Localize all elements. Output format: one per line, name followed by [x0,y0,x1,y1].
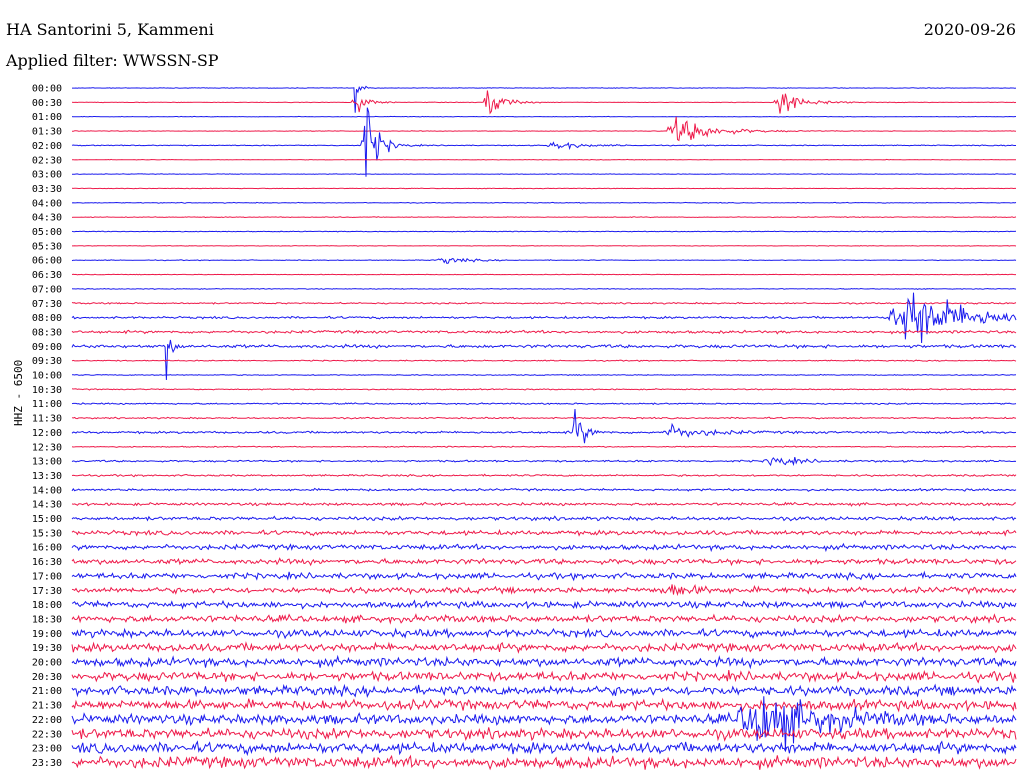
row-time-label: 12:30 [32,442,62,453]
row-time-label: 09:00 [32,342,62,353]
row-time-label: 20:30 [32,672,62,683]
trace-row-2030 [71,669,1017,684]
row-time-label: 16:30 [32,557,62,568]
trace-row-0430 [71,216,1017,219]
row-time-label: 14:00 [32,485,62,496]
row-time-label: 00:00 [32,84,62,95]
row-time-label: 12:00 [32,428,62,439]
trace-row-0400 [71,201,1017,204]
row-time-label: 22:00 [32,715,62,726]
row-time-label: 10:30 [32,385,62,396]
trace-row-1430 [71,501,1017,507]
row-time-label: 04:00 [32,198,62,209]
trace-row-0000 [72,85,1017,113]
row-time-label: 18:00 [32,600,62,611]
row-time-label: 17:30 [32,586,62,597]
row-time-label: 09:30 [32,356,62,367]
trace-row-2300 [71,740,1017,757]
row-time-label: 01:30 [32,127,62,138]
row-time-label: 19:00 [32,629,62,640]
trace-row-1300 [71,456,1017,467]
trace-row-0930 [71,359,1017,362]
row-time-label: 01:00 [32,112,62,123]
trace-row-0300 [72,173,1017,175]
row-time-label: 22:30 [32,729,62,740]
trace-row-1230 [71,445,1017,449]
trace-row-1500 [71,515,1017,522]
row-time-label: 05:00 [32,227,62,238]
trace-row-1800 [71,599,1017,610]
row-time-label: 03:00 [32,170,62,181]
row-time-label: 03:30 [32,184,62,195]
trace-row-1700 [71,570,1017,582]
trace-row-1130 [71,416,1017,420]
trace-row-0500 [71,230,1017,233]
trace-row-0100 [71,115,1017,118]
seismogram-plot: 00:00 00:30 01:00 01:30 02:00 02:30 03:00 03:30… [32,84,1017,771]
trace-row-1930 [71,641,1017,654]
row-time-label: 08:30 [32,327,62,338]
row-time-label: 21:00 [32,686,62,697]
row-time-label: 18:30 [32,614,62,625]
row-time-label: 17:00 [32,571,62,582]
row-time-label: 13:30 [32,471,62,482]
row-time-label: 23:00 [32,744,62,755]
trace-row-0600 [71,257,1017,264]
row-time-label: 02:30 [32,155,62,166]
row-time-label: 07:30 [32,299,62,310]
trace-row-0700 [71,287,1017,290]
trace-row-2100 [71,683,1017,699]
row-time-label: 19:30 [32,643,62,654]
trace-row-1400 [71,487,1017,492]
row-time-label: 13:00 [32,457,62,468]
trace-row-1200 [71,408,1017,444]
row-time-label: 02:00 [32,141,62,152]
row-time-label: 06:00 [32,256,62,267]
row-time-label: 06:30 [32,270,62,281]
trace-row-1100 [71,402,1017,406]
trace-row-1730 [71,583,1017,597]
row-time-label: 16:00 [32,543,62,554]
row-time-label: 11:00 [32,399,62,410]
trace-row-2130 [71,697,1017,713]
trace-row-0030 [71,90,1017,115]
trace-row-1330 [71,473,1017,478]
trace-row-1630 [71,557,1017,567]
trace-row-0200 [71,107,1016,177]
trace-row-1530 [71,528,1017,537]
row-time-label: 20:00 [32,658,62,669]
trace-row-1900 [71,627,1017,640]
trace-row-0230 [71,158,1016,161]
row-time-label: 15:00 [32,514,62,525]
row-time-label: 10:00 [32,371,62,382]
trace-row-2330 [71,754,1017,771]
trace-row-0330 [71,187,1016,190]
row-time-label: 05:30 [32,241,62,252]
row-time-label: 21:30 [32,701,62,712]
trace-row-2230 [71,726,1017,742]
trace-row-1000 [71,373,1017,377]
row-time-label: 14:30 [32,500,62,511]
trace-row-0830 [71,329,1017,335]
row-time-label: 11:30 [32,414,62,425]
row-time-label: 04:30 [32,213,62,224]
trace-row-0630 [71,273,1016,276]
trace-row-0730 [71,301,1017,305]
trace-row-1030 [71,388,1017,391]
row-time-label: 00:30 [32,98,62,109]
trace-row-0130 [71,116,1017,142]
trace-row-2000 [71,654,1017,670]
trace-row-0800 [71,292,1017,344]
row-time-label: 07:00 [32,284,62,295]
row-time-label: 23:30 [32,758,62,769]
trace-row-0530 [72,244,1017,247]
row-time-label: 08:00 [32,313,62,324]
row-time-label: 15:30 [32,528,62,539]
trace-row-1830 [71,613,1017,625]
trace-row-1600 [71,542,1017,553]
